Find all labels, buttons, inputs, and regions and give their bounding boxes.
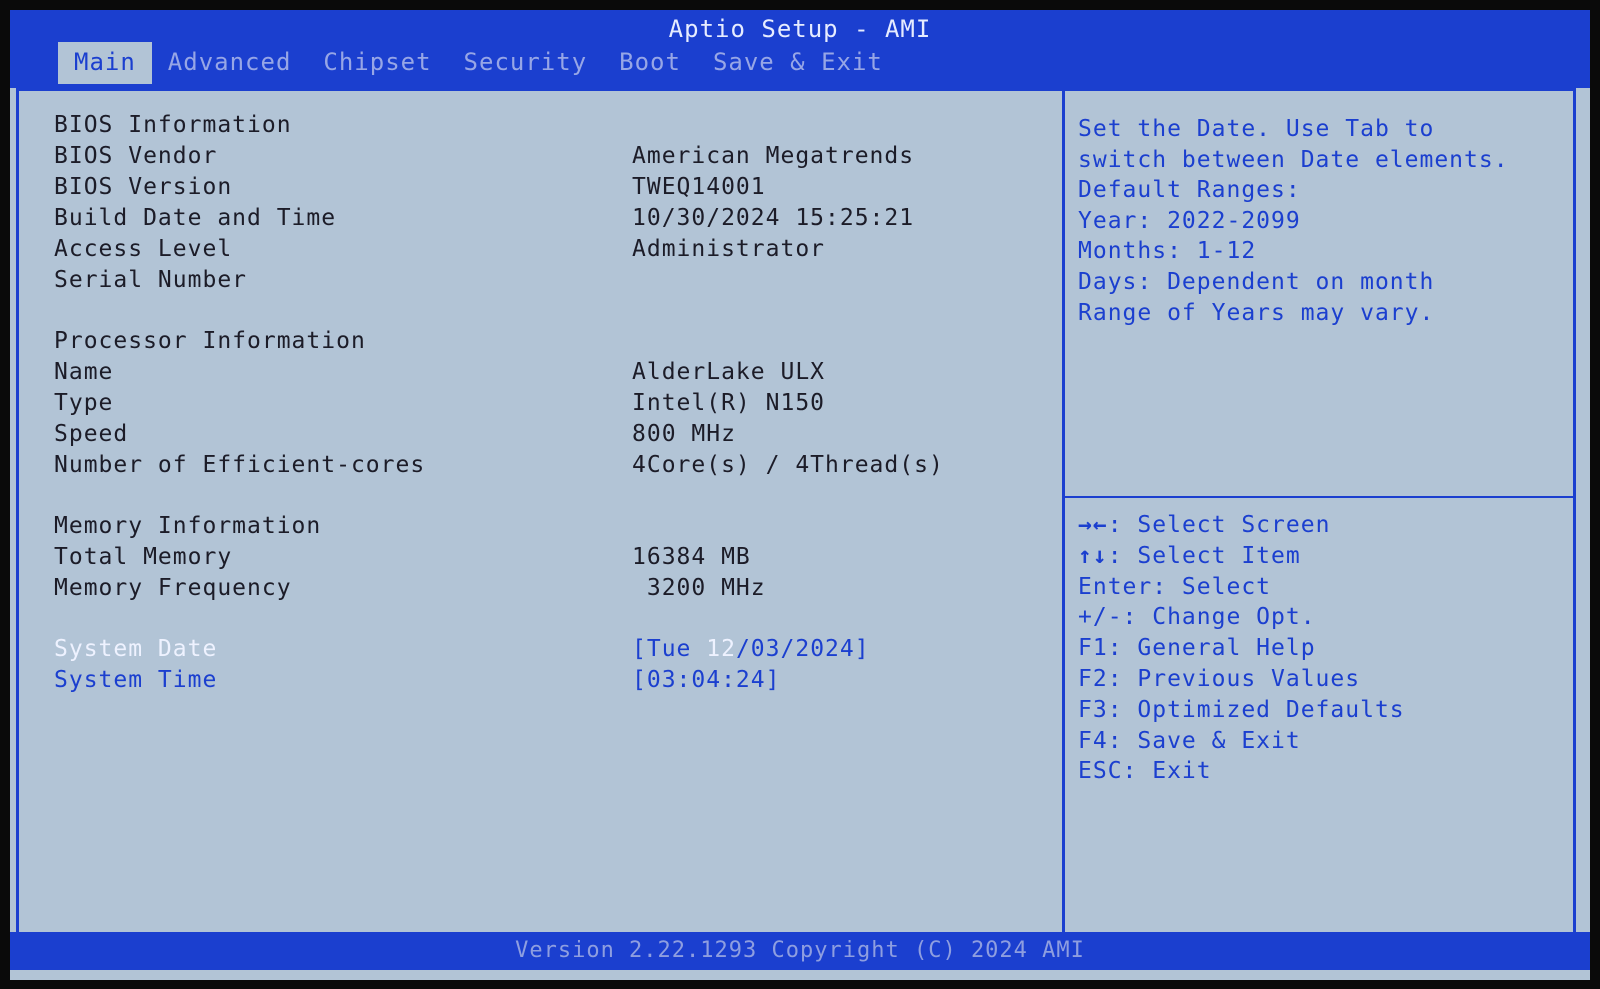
- processor-name-label: Name: [54, 359, 114, 385]
- serial-number-row: Serial Number: [54, 265, 1044, 296]
- processor-cores-label: Number of Efficient-cores: [54, 452, 426, 478]
- memory-frequency-row: Memory Frequency 3200 MHz: [54, 573, 1044, 604]
- memory-section: Memory Information: [54, 511, 1044, 542]
- help-line: Months: 1-12: [1078, 238, 1257, 265]
- key-f4: F4: Save & Exit: [1078, 727, 1301, 754]
- bios-version-row: BIOS Version TWEQ14001: [54, 172, 1044, 203]
- help-line: Year: 2022-2099: [1078, 207, 1301, 234]
- key-select-item: ↑↓: Select Item: [1078, 541, 1558, 572]
- bios-version-value: TWEQ14001: [632, 174, 766, 200]
- tab-main[interactable]: Main: [58, 42, 152, 84]
- total-memory-row: Total Memory 16384 MB: [54, 542, 1044, 573]
- help-panel: Set the Date. Use Tab to switch between …: [1078, 114, 1558, 328]
- key-change-opt: +/-: Change Opt.: [1078, 604, 1316, 631]
- bios-vendor-label: BIOS Vendor: [54, 143, 218, 169]
- key-desc: : Select Screen: [1107, 512, 1331, 538]
- key-f1: F1: General Help: [1078, 635, 1316, 662]
- bios-section-title: BIOS Information: [54, 112, 292, 138]
- system-date-row[interactable]: System Date [Tue 12/03/2024]: [54, 634, 1044, 665]
- bios-section: BIOS Information: [54, 110, 1044, 141]
- system-date-suffix: /03/2024]: [735, 636, 870, 662]
- key-enter: Enter: Select: [1078, 573, 1272, 600]
- access-level-row: Access Level Administrator: [54, 234, 1044, 265]
- build-date-row: Build Date and Time 10/30/2024 15:25:21: [54, 203, 1044, 234]
- processor-speed-row: Speed 800 MHz: [54, 419, 1044, 450]
- left-right-arrows-icon: →←: [1078, 512, 1108, 538]
- bios-vendor-value: American Megatrends: [632, 143, 915, 169]
- panel-divider-vertical: [1062, 88, 1065, 946]
- processor-type-row: Type Intel(R) N150: [54, 388, 1044, 419]
- tab-bar: Main Advanced Chipset Security Boot Save…: [58, 42, 899, 84]
- processor-type-value: Intel(R) N150: [632, 390, 826, 416]
- total-memory-label: Total Memory: [54, 544, 233, 570]
- help-line: Default Ranges:: [1078, 177, 1301, 204]
- system-date-prefix: [Tue: [632, 636, 707, 662]
- tab-chipset[interactable]: Chipset: [307, 42, 447, 84]
- processor-type-label: Type: [54, 390, 114, 416]
- key-desc: : Select Item: [1107, 542, 1301, 569]
- tab-security[interactable]: Security: [448, 42, 604, 84]
- help-line: Set the Date. Use Tab to: [1078, 116, 1435, 142]
- access-level-value: Administrator: [632, 236, 826, 262]
- access-level-label: Access Level: [54, 236, 233, 262]
- system-time-label[interactable]: System Time: [54, 665, 217, 696]
- system-time-field[interactable]: [03:04:24]: [632, 665, 780, 696]
- processor-name-value: AlderLake ULX: [632, 359, 826, 385]
- system-time-row[interactable]: System Time [03:04:24]: [54, 665, 1044, 696]
- build-date-label: Build Date and Time: [54, 205, 337, 231]
- app-title: Aptio Setup - AMI: [668, 15, 932, 43]
- main-panel: BIOS Information BIOS Vendor American Me…: [54, 110, 1044, 696]
- system-date-field[interactable]: [Tue 12/03/2024]: [632, 634, 870, 665]
- bios-screen: Aptio Setup - AMI Main Advanced Chipset …: [10, 10, 1590, 980]
- title-bar: Aptio Setup - AMI Main Advanced Chipset …: [10, 10, 1590, 88]
- key-f3: F3: Optimized Defaults: [1078, 696, 1405, 723]
- tab-save-exit[interactable]: Save & Exit: [697, 42, 899, 84]
- up-down-arrows-icon: ↑↓: [1078, 542, 1108, 569]
- tab-advanced[interactable]: Advanced: [152, 42, 308, 84]
- processor-cores-row: Number of Efficient-cores 4Core(s) / 4Th…: [54, 450, 1044, 481]
- footer-version: Version 2.22.1293 Copyright (C) 2024 AMI: [10, 932, 1590, 970]
- processor-name-row: Name AlderLake ULX: [54, 357, 1044, 388]
- processor-cores-value: 4Core(s) / 4Thread(s): [632, 452, 944, 478]
- key-esc: ESC: Exit: [1078, 758, 1212, 785]
- key-f2: F2: Previous Values: [1078, 665, 1361, 692]
- memory-frequency-value: 3200 MHz: [632, 575, 766, 601]
- total-memory-value: 16384 MB: [632, 544, 751, 570]
- serial-number-label: Serial Number: [54, 267, 248, 293]
- help-line: switch between Date elements.: [1078, 146, 1509, 173]
- key-legend: →←: Select Screen ↑↓: Select Item Enter:…: [1078, 510, 1558, 787]
- key-select-screen: →←: Select Screen: [1078, 510, 1558, 541]
- processor-speed-label: Speed: [54, 421, 129, 447]
- help-line: Range of Years may vary.: [1078, 299, 1435, 326]
- panel-divider-horizontal: [1065, 496, 1573, 498]
- build-date-value: 10/30/2024 15:25:21: [632, 205, 915, 231]
- processor-section-title: Processor Information: [54, 328, 366, 354]
- processor-section: Processor Information: [54, 326, 1044, 357]
- bios-vendor-row: BIOS Vendor American Megatrends: [54, 141, 1044, 172]
- help-line: Days: Dependent on month: [1078, 268, 1435, 295]
- system-date-label[interactable]: System Date: [54, 634, 217, 665]
- system-date-month-selected[interactable]: 12: [706, 636, 736, 662]
- bios-version-label: BIOS Version: [54, 174, 233, 200]
- processor-speed-value: 800 MHz: [632, 421, 736, 447]
- tab-boot[interactable]: Boot: [603, 42, 697, 84]
- memory-section-title: Memory Information: [54, 513, 322, 539]
- memory-frequency-label: Memory Frequency: [54, 575, 292, 601]
